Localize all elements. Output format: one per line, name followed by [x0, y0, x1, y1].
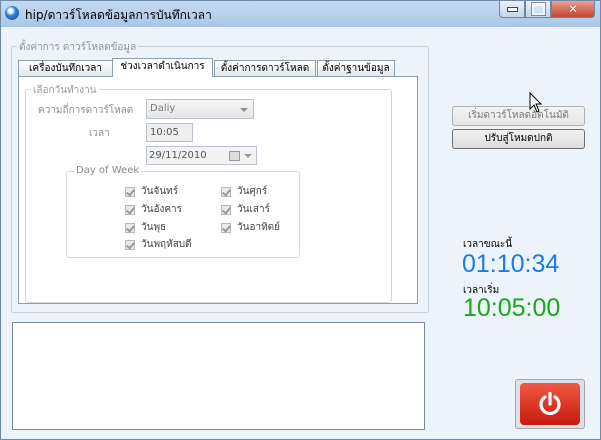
checkbox-label: วันอาทิตย์	[237, 222, 281, 233]
checkbox-tuesday[interactable]: วันอังคาร	[125, 202, 182, 217]
checkbox-mark	[221, 222, 231, 233]
checkbox-mark	[125, 204, 135, 215]
maximize-button[interactable]	[525, 1, 551, 18]
start-time-value: 10:05:00	[463, 294, 561, 322]
mouse-cursor-icon	[529, 92, 543, 113]
checkbox-mark	[221, 186, 231, 197]
checkbox-friday[interactable]: วันศุกร์	[221, 184, 267, 199]
minimize-button[interactable]	[499, 1, 525, 18]
checkbox-mark	[125, 186, 135, 197]
window-title: hip/ดาวร์โหลดข้อมูลการบันทึกเวลา	[25, 8, 212, 22]
window-controls: ✕	[499, 1, 595, 19]
tab-operation-period[interactable]: ช่วงเวลาดำเนินการ	[112, 58, 213, 77]
frequency-label: ความถี่การดาวร์โหลด	[38, 105, 134, 116]
checkbox-saturday[interactable]: วันเสาร์	[221, 202, 270, 217]
checkbox-sunday[interactable]: วันอาทิตย์	[221, 220, 280, 235]
tab-time-recorder[interactable]: เครื่องบันทึกเวลา	[18, 60, 113, 76]
checkbox-label: วันเสาร์	[237, 204, 270, 215]
checkbox-mark	[221, 204, 231, 215]
chevron-down-icon	[240, 108, 248, 112]
log-output-area[interactable]	[12, 322, 425, 430]
frequency-value: Daliy	[150, 103, 176, 114]
close-icon: ✕	[567, 2, 579, 16]
time-input[interactable]: 10:05	[146, 123, 193, 142]
title-bar[interactable]: hip/ดาวร์โหลดข้อมูลการบันทึกเวลา ✕	[1, 1, 600, 27]
normal-mode-button[interactable]: ปรับสู่โหมดปกติ	[452, 129, 585, 149]
main-window: hip/ดาวร์โหลดข้อมูลการบันทึกเวลา ✕ ตั้งค…	[0, 0, 601, 440]
time-label: เวลา	[89, 128, 110, 139]
current-time-value: 01:10:34	[462, 250, 560, 278]
checkbox-label: วันพุธ	[141, 222, 167, 233]
checkbox-label: วันอังคาร	[141, 204, 183, 215]
frequency-select[interactable]: Daliy	[146, 99, 254, 119]
maximize-icon	[530, 2, 546, 16]
checkbox-label: วันจันทร์	[141, 186, 179, 197]
minimize-icon	[506, 6, 518, 12]
download-settings-legend: ตั้งค่าการ ดาวร์โหลดข้อมูล	[17, 40, 139, 55]
start-auto-download-button[interactable]: เริ่มดาวร์โหลดอัตโนมัติ	[452, 106, 585, 126]
chevron-down-icon	[244, 154, 252, 158]
checkbox-label: วันศุกร์	[237, 186, 268, 197]
checkbox-mark	[125, 239, 135, 250]
tab-download-settings[interactable]: ตั้งค่าการดาวร์โหลด	[214, 60, 316, 76]
calendar-icon	[229, 151, 240, 161]
checkbox-thursday[interactable]: วันพฤหัสบดี	[125, 237, 192, 252]
workday-legend: เลือกวันทำงาน	[31, 83, 99, 98]
tab-database-settings[interactable]: ตั้งค่าฐานข้อมูล	[317, 60, 395, 76]
checkbox-monday[interactable]: วันจันทร์	[125, 184, 178, 199]
date-picker[interactable]: 29/11/2010	[146, 146, 257, 165]
date-value: 29/11/2010	[149, 150, 207, 161]
checkbox-wednesday[interactable]: วันพุธ	[125, 220, 166, 235]
checkbox-label: วันพฤหัสบดี	[141, 239, 192, 250]
close-button[interactable]: ✕	[551, 1, 595, 18]
app-icon	[5, 6, 19, 20]
day-of-week-legend: Day of Week	[74, 165, 142, 176]
power-icon	[539, 391, 561, 416]
power-button[interactable]	[515, 379, 585, 429]
checkbox-mark	[125, 222, 135, 233]
power-button-face	[520, 383, 580, 425]
